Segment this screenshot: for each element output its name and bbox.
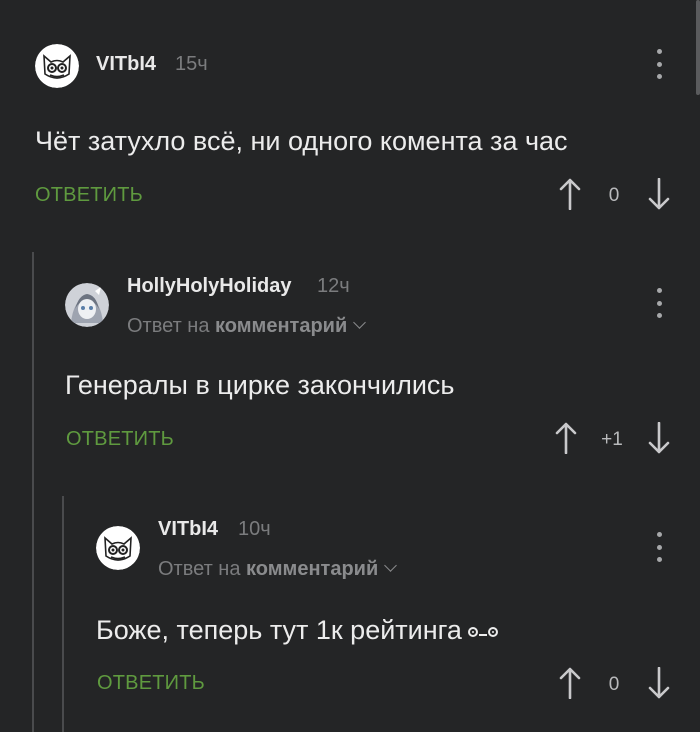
- cat-avatar-icon[interactable]: [96, 526, 140, 570]
- emoticon-icon: [467, 627, 498, 637]
- reply-to-link[interactable]: Ответ на комментарий: [158, 558, 398, 581]
- comment-score: 0: [608, 674, 620, 695]
- reply-to-prefix: Ответ на: [158, 558, 241, 580]
- comment-text-content: Боже, теперь тут 1к рейтинга: [96, 615, 462, 645]
- comment-author[interactable]: VITbI4: [158, 518, 218, 541]
- chevron-down-icon: [384, 559, 398, 572]
- upvote-arrow-icon[interactable]: [559, 667, 581, 700]
- comment-text: Боже, теперь тут 1к рейтинга: [96, 615, 498, 646]
- comment-time: 10ч: [238, 518, 271, 540]
- comment-3: VITbI4 10ч Ответ на комментарий Боже, те…: [0, 0, 700, 732]
- reply-button[interactable]: ОТВЕТИТЬ: [97, 672, 205, 695]
- downvote-arrow-icon[interactable]: [648, 666, 670, 699]
- more-menu-icon[interactable]: [654, 532, 664, 562]
- reply-to-target: комментарий: [246, 558, 379, 580]
